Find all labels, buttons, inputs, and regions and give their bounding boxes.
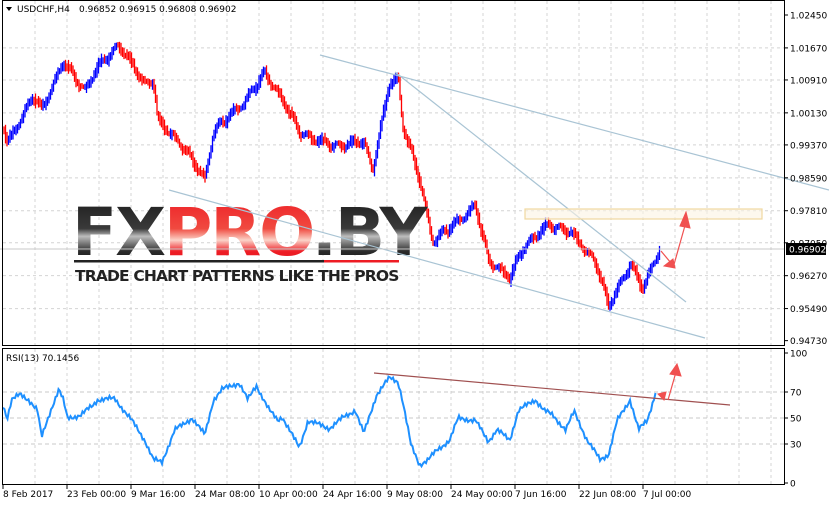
rsi-tick-label: 0 — [790, 480, 796, 490]
time-axis: 8 Feb 2017 23 Feb 00:00 9 Mar 16:00 24 Mar … — [2, 485, 692, 500]
time-tick-label: 24 May 00:00 — [451, 490, 513, 500]
logo-text: FXPRO.BY — [72, 194, 429, 271]
rsi-panel-frame — [2, 348, 785, 485]
descending-trendline[interactable] — [394, 71, 687, 303]
chart-window: FXPRO.BY TRADE CHART PATTERNS LIKE THE P… — [0, 0, 829, 500]
rsi-grid — [3, 349, 785, 484]
time-tick-label: 7 Jun 16:00 — [515, 490, 567, 500]
target-zone-rectangle[interactable] — [524, 208, 763, 220]
price-tick-label: 1.01670 — [790, 44, 827, 54]
time-tick-label: 9 May 08:00 — [387, 490, 443, 500]
price-tick-label: 1.00910 — [790, 76, 827, 86]
rsi-label: RSI(13) 70.1456 — [6, 354, 79, 364]
price-tick-label: 0.98590 — [790, 174, 827, 184]
arrowhead-up-icon — [669, 362, 682, 377]
rsi-tick-label: 70 — [790, 389, 802, 399]
price-tick-label: 1.00130 — [790, 109, 827, 119]
rsi-tick-label: 50 — [790, 415, 802, 425]
symbol-label: USDCHF,H4 — [17, 5, 70, 15]
time-tick-label: 8 Feb 2017 — [3, 490, 53, 500]
rsi-tick-label: 30 — [790, 441, 802, 451]
rsi-tick-label: 100 — [790, 350, 807, 360]
fxpro-logo: FXPRO.BY TRADE CHART PATTERNS LIKE THE P… — [72, 194, 431, 285]
time-tick-label: 23 Feb 00:00 — [67, 490, 126, 500]
upper-channel-trendline[interactable] — [319, 54, 829, 191]
forecast-arrows-rsi — [657, 362, 682, 401]
forecast-arrows-main — [660, 210, 691, 269]
price-tick-label: 0.97810 — [790, 207, 827, 217]
logo-tagline: TRADE CHART PATTERNS LIKE THE PROS — [75, 267, 400, 285]
price-tick-label: 1.02450 — [790, 12, 827, 22]
price-tick-label: 0.94730 — [790, 337, 827, 347]
ohlc-values: 0.96852 0.96915 0.96808 0.96902 — [79, 5, 236, 15]
time-tick-label: 24 Apr 16:00 — [323, 490, 382, 500]
time-tick-label: 10 Apr 00:00 — [259, 490, 318, 500]
price-axis: 1.02450 1.01670 1.00910 1.00130 0.99370 0.985… — [785, 12, 827, 347]
time-tick-label: 9 Mar 16:00 — [131, 490, 186, 500]
time-tick-label: 22 Jun 08:00 — [579, 490, 636, 500]
main-grid — [3, 1, 785, 345]
time-tick-label: 24 Mar 08:00 — [195, 490, 255, 500]
current-price-value: 0.96902 — [789, 246, 826, 256]
dropdown-triangle-icon[interactable] — [6, 7, 12, 11]
price-tick-label: 0.95490 — [790, 305, 827, 315]
logo-underline-red — [324, 260, 399, 263]
logo-underline-dark — [74, 260, 324, 263]
rsi-axis: 100 70 50 30 0 — [785, 350, 807, 490]
price-tick-label: 0.96270 — [790, 272, 827, 282]
price-tick-label: 0.99370 — [790, 141, 827, 151]
time-tick-label: 7 Jul 00:00 — [643, 490, 692, 500]
rsi-resistance-line[interactable] — [373, 372, 731, 406]
current-price-tag: 0.96902 — [786, 243, 826, 256]
